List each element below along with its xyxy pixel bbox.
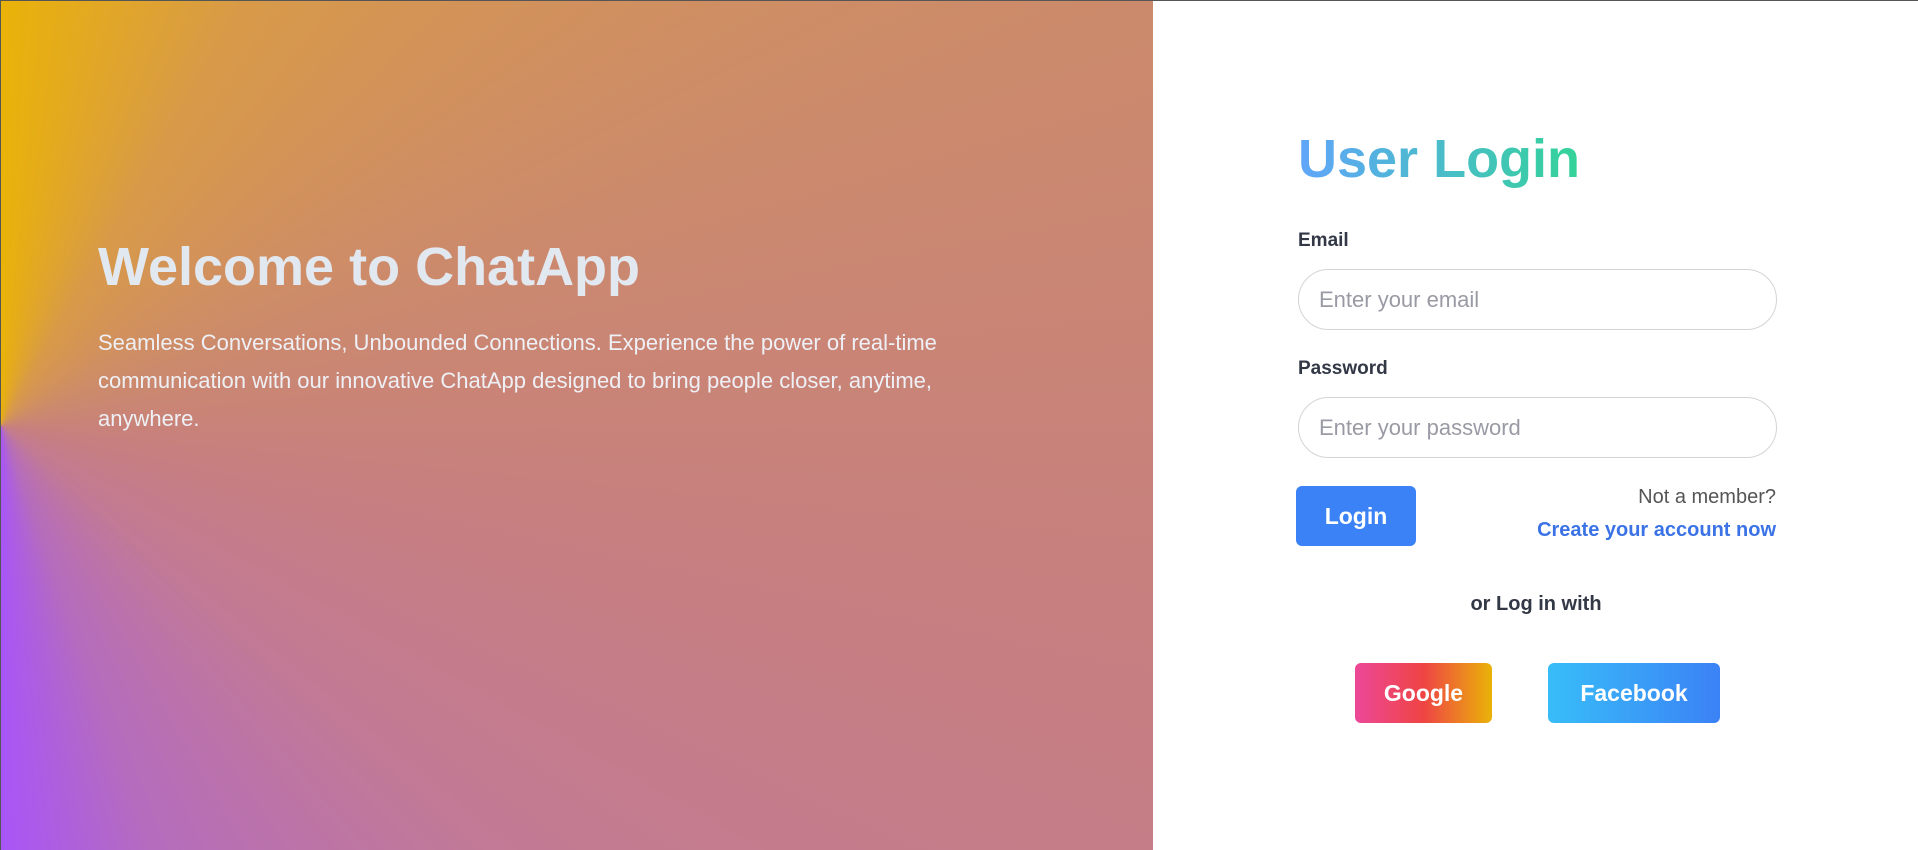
hero-description: Seamless Conversations, Unbounded Connec… (98, 330, 937, 431)
password-label: Password (1298, 358, 1388, 379)
facebook-login-button[interactable]: Facebook (1548, 663, 1720, 723)
password-input[interactable] (1298, 397, 1777, 458)
not-member-text: Not a member? (1638, 486, 1776, 508)
hero-title: Welcome to ChatApp (98, 237, 641, 297)
email-input[interactable] (1298, 269, 1777, 330)
create-account-link[interactable]: Create your account now (1537, 519, 1776, 542)
google-login-button[interactable]: Google (1355, 663, 1492, 723)
login-title: User Login (1298, 129, 1581, 189)
login-button[interactable]: Login (1296, 486, 1416, 546)
or-login-with-text: or Log in with (1470, 593, 1602, 615)
email-label: Email (1298, 230, 1349, 251)
